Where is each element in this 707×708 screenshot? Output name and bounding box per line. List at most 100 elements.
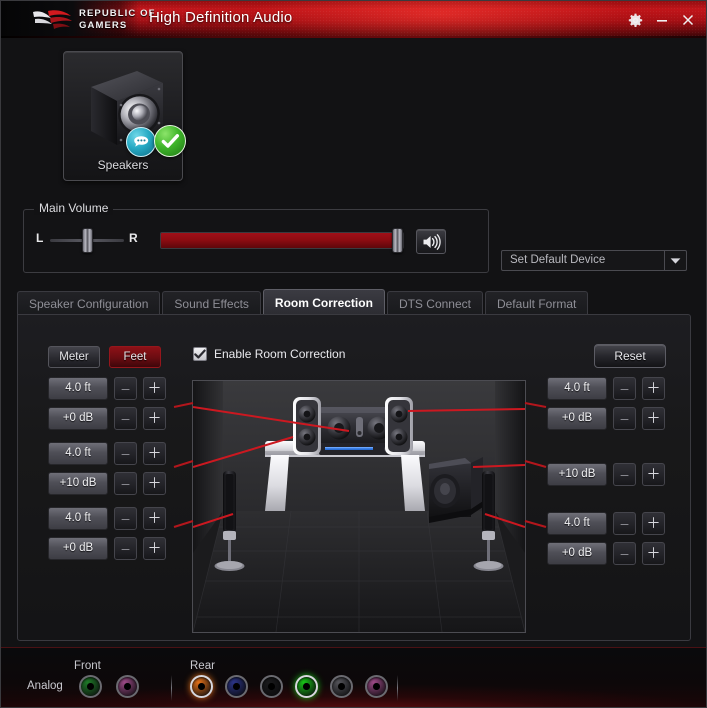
rear-side-jack[interactable] <box>225 675 248 698</box>
set-default-device-label: Set Default Device <box>510 254 606 266</box>
check-icon <box>194 349 206 358</box>
rear-mic-in-jack[interactable] <box>365 675 388 698</box>
front-left-distance-minus-button[interactable]: – <box>114 376 137 400</box>
rear-left-distance-plus-button[interactable]: ＋ <box>143 506 166 530</box>
front-right-gain-value[interactable]: +0 dB <box>547 406 607 430</box>
center-gain-row: +10 dB – ＋ <box>48 471 166 495</box>
rear-left-distance-minus-button[interactable]: – <box>114 506 137 530</box>
front-mic-in-jack[interactable] <box>116 675 139 698</box>
title-bar: REPUBLIC OF GAMERS High Definition Audio <box>1 1 706 38</box>
room-diagram[interactable] <box>192 380 526 633</box>
front-left-gain-plus-button[interactable]: ＋ <box>143 406 166 430</box>
mute-button[interactable] <box>416 229 446 254</box>
tab-dts-connect[interactable]: DTS Connect <box>386 291 483 315</box>
rear-left-gain-value[interactable]: +0 dB <box>48 536 108 560</box>
rear-line-in-jack-hole <box>268 683 275 690</box>
rear-center-sub-jack-hole <box>198 683 205 690</box>
rear-right-distance-value[interactable]: 4.0 ft <box>547 511 607 535</box>
minimize-icon <box>657 20 667 22</box>
rear-rear-jack[interactable] <box>330 675 353 698</box>
tab-speaker-configuration[interactable]: Speaker Configuration <box>17 291 161 315</box>
front-right-gain-plus-button[interactable]: ＋ <box>642 406 665 430</box>
front-left-distance-row: 4.0 ft – ＋ <box>48 376 166 400</box>
chevron-down-icon <box>670 257 681 264</box>
rear-right-gain-plus-button[interactable]: ＋ <box>642 541 665 565</box>
rog-audio-window: REPUBLIC OF GAMERS High Definition Audio <box>0 0 707 708</box>
rear-line-out-jack-hole <box>303 683 310 690</box>
tab-default-format[interactable]: Default Format <box>484 291 589 315</box>
front-left-gain-minus-button[interactable]: – <box>114 406 137 430</box>
center-distance-value[interactable]: 4.0 ft <box>48 441 108 465</box>
rear-line-out-jack[interactable] <box>295 675 318 698</box>
device-tile-speakers[interactable]: Speakers <box>63 51 186 181</box>
tab-room-correction[interactable]: Room Correction <box>262 289 385 315</box>
subwoofer-gain-minus-button[interactable]: – <box>613 462 636 486</box>
rear-right-gain-value[interactable]: +0 dB <box>547 541 607 565</box>
front-right-gain-minus-button[interactable]: – <box>613 406 636 430</box>
unit-meter-button[interactable]: Meter <box>48 346 100 368</box>
close-button[interactable] <box>675 7 701 33</box>
rear-left-gain-minus-button[interactable]: – <box>114 536 137 560</box>
front-line-out-jack[interactable] <box>79 675 102 698</box>
settings-button[interactable] <box>622 7 648 33</box>
analog-label: Analog <box>27 680 63 692</box>
rear-right-distance-minus-button[interactable]: – <box>613 511 636 535</box>
rear-left-distance-value[interactable]: 4.0 ft <box>48 506 108 530</box>
subwoofer-gain-plus-button[interactable]: ＋ <box>642 462 665 486</box>
set-default-device-dropdown[interactable]: Set Default Device <box>501 250 687 271</box>
center-distance-row: 4.0 ft – ＋ <box>48 441 166 465</box>
rear-right-gain-minus-button[interactable]: – <box>613 541 636 565</box>
jack-divider-left <box>171 675 172 701</box>
rear-right-distance-row: 4.0 ft – ＋ <box>547 511 665 535</box>
center-gain-value[interactable]: +10 dB <box>48 471 108 495</box>
dropdown-arrow[interactable] <box>664 251 686 270</box>
rear-line-in-jack[interactable] <box>260 675 283 698</box>
front-left-distance-value[interactable]: 4.0 ft <box>48 376 108 400</box>
front-left-distance-plus-button[interactable]: ＋ <box>143 376 166 400</box>
center-distance-minus-button[interactable]: – <box>114 441 137 465</box>
front-mic-in-jack-hole <box>124 683 131 690</box>
check-circle-icon <box>161 133 179 148</box>
subwoofer-gain-value[interactable]: +10 dB <box>547 462 607 486</box>
center-gain-plus-button[interactable]: ＋ <box>143 471 166 495</box>
rog-brand-line2: GAMERS <box>79 19 128 31</box>
front-left-gain-value[interactable]: +0 dB <box>48 406 108 430</box>
rear-center-sub-jack[interactable] <box>190 675 213 698</box>
minimize-button[interactable] <box>649 7 675 33</box>
room-correction-panel: Meter Feet Enable Room Correction Reset <box>17 314 691 641</box>
gear-icon <box>628 13 642 27</box>
volume-slider-knob[interactable] <box>391 228 403 253</box>
rog-brand-text: REPUBLIC OF GAMERS <box>79 8 156 31</box>
front-right-distance-row: 4.0 ft – ＋ <box>547 376 665 400</box>
rog-brand-line1: REPUBLIC OF <box>79 8 156 19</box>
center-distance-plus-button[interactable]: ＋ <box>143 441 166 465</box>
jack-divider-right <box>397 675 398 701</box>
front-right-distance-value[interactable]: 4.0 ft <box>547 376 607 400</box>
rear-left-gain-plus-button[interactable]: ＋ <box>143 536 166 560</box>
close-icon <box>682 14 694 26</box>
titlebar-bottom-line <box>1 36 706 38</box>
rear-rear-jack-hole <box>338 683 345 690</box>
chat-bubble-badge[interactable] <box>126 127 156 157</box>
unit-feet-button[interactable]: Feet <box>109 346 161 368</box>
tab-sound-effects[interactable]: Sound Effects <box>162 291 261 315</box>
subwoofer-gain-row: +10 dB – ＋ <box>547 462 665 486</box>
rog-eye-logo-icon <box>33 10 72 29</box>
front-right-distance-minus-button[interactable]: – <box>613 376 636 400</box>
volume-slider-fill <box>161 233 396 248</box>
balance-right-label: R <box>129 231 138 245</box>
reset-button[interactable]: Reset <box>594 344 666 368</box>
front-right-distance-plus-button[interactable]: ＋ <box>642 376 665 400</box>
enable-room-correction-row[interactable]: Enable Room Correction <box>193 347 345 361</box>
tab-bar: Speaker Configuration Sound Effects Room C… <box>17 289 589 315</box>
balance-slider-knob[interactable] <box>82 228 93 253</box>
device-status-badge <box>154 125 186 157</box>
enable-room-correction-checkbox[interactable] <box>193 347 207 361</box>
rear-group-label: Rear <box>190 660 215 672</box>
rear-right-distance-plus-button[interactable]: ＋ <box>642 511 665 535</box>
main-volume-group: Main Volume L R <box>23 201 489 273</box>
rear-side-jack-hole <box>233 683 240 690</box>
volume-slider-track[interactable] <box>160 232 404 249</box>
rear-left-distance-row: 4.0 ft – ＋ <box>48 506 166 530</box>
center-gain-minus-button[interactable]: – <box>114 471 137 495</box>
